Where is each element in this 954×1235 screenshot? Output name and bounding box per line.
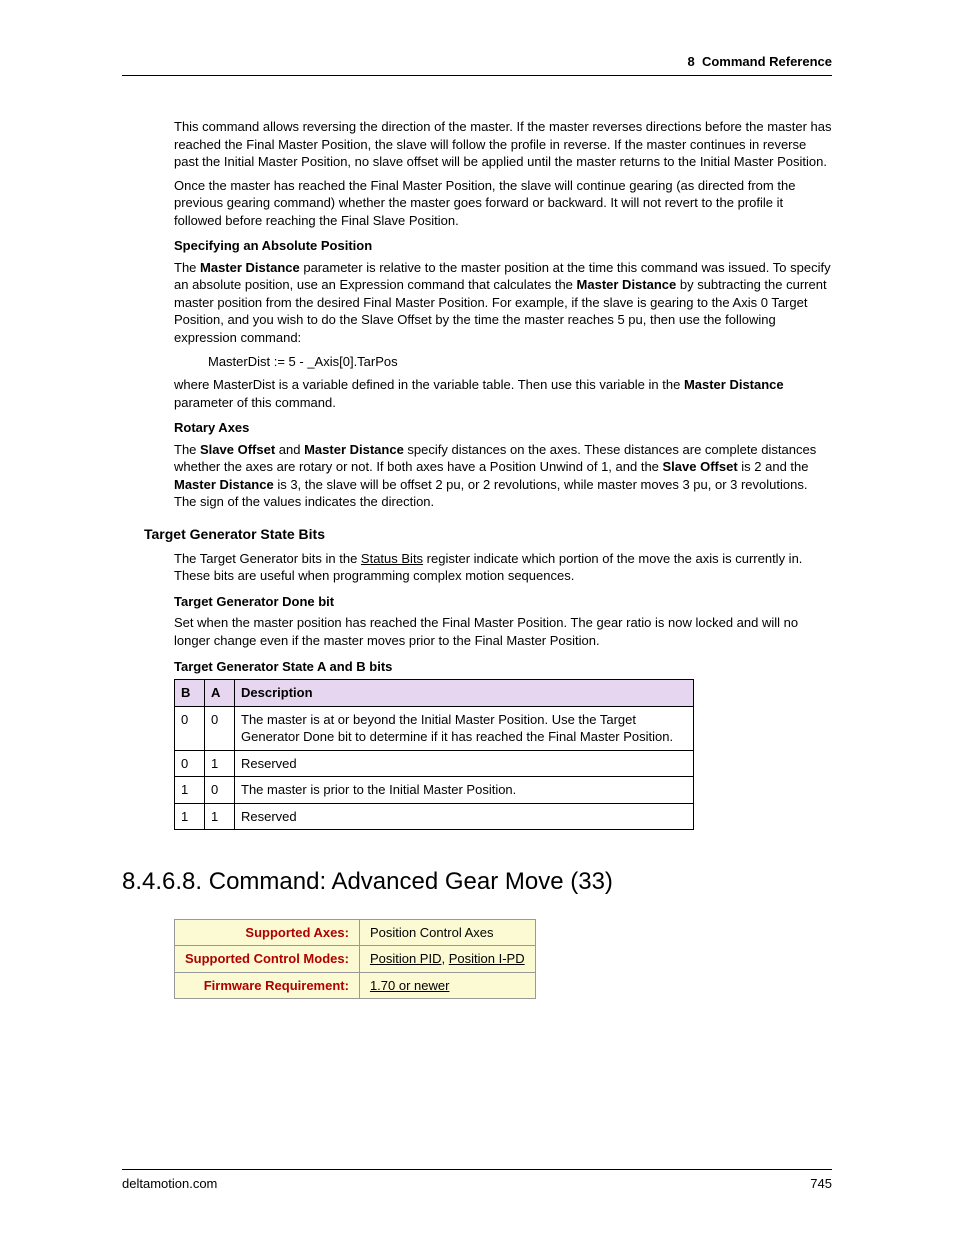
footer-page-number: 745 — [810, 1176, 832, 1191]
cell-b: 1 — [175, 777, 205, 804]
table-row: 1 0 The master is prior to the Initial M… — [175, 777, 694, 804]
subheading-state-ab: Target Generator State A and B bits — [174, 658, 832, 676]
state-bits-table: B A Description 0 0 The master is at or … — [174, 679, 694, 830]
cell-a: 1 — [205, 803, 235, 830]
chapter-title: Command Reference — [702, 54, 832, 69]
term: Master Distance — [577, 277, 677, 292]
footer-site: deltamotion.com — [122, 1176, 217, 1191]
info-label: Firmware Requirement: — [175, 972, 360, 999]
subheading-rotary: Rotary Axes — [174, 419, 832, 437]
cell-a: 0 — [205, 777, 235, 804]
col-header-desc: Description — [235, 680, 694, 707]
info-label: Supported Axes: — [175, 919, 360, 946]
paragraph: The Target Generator bits in the Status … — [174, 550, 832, 585]
term: Master Distance — [200, 260, 300, 275]
subheading-absolute: Specifying an Absolute Position — [174, 237, 832, 255]
cell-b: 1 — [175, 803, 205, 830]
text: The Target Generator bits in the — [174, 551, 361, 566]
cell-desc: Reserved — [235, 750, 694, 777]
separator: , — [441, 951, 448, 966]
text: The — [174, 442, 200, 457]
term: Master Distance — [304, 442, 404, 457]
text: The — [174, 260, 200, 275]
table-row: Supported Control Modes: Position PID, P… — [175, 946, 536, 973]
col-header-b: B — [175, 680, 205, 707]
link-position-ipd[interactable]: Position I-PD — [449, 951, 525, 966]
cell-a: 1 — [205, 750, 235, 777]
table-row: Supported Axes: Position Control Axes — [175, 919, 536, 946]
table-row: 0 0 The master is at or beyond the Initi… — [175, 706, 694, 750]
text: is 2 and the — [738, 459, 809, 474]
term: Master Distance — [174, 477, 274, 492]
paragraph: The Master Distance parameter is relativ… — [174, 259, 832, 347]
command-info-table: Supported Axes: Position Control Axes Su… — [174, 919, 536, 1000]
info-value: Position PID, Position I-PD — [359, 946, 535, 973]
info-value: 1.70 or newer — [359, 972, 535, 999]
table-row: 1 1 Reserved — [175, 803, 694, 830]
table-row: Firmware Requirement: 1.70 or newer — [175, 972, 536, 999]
page: 8 Command Reference This command allows … — [0, 0, 954, 1235]
cell-b: 0 — [175, 706, 205, 750]
table-header-row: B A Description — [175, 680, 694, 707]
text: and — [275, 442, 304, 457]
link-position-pid[interactable]: Position PID — [370, 951, 442, 966]
text: where MasterDist is a variable defined i… — [174, 377, 684, 392]
link-status-bits[interactable]: Status Bits — [361, 551, 423, 566]
term: Slave Offset — [200, 442, 275, 457]
paragraph: Set when the master position has reached… — [174, 614, 832, 649]
paragraph: where MasterDist is a variable defined i… — [174, 376, 832, 411]
running-header: 8 Command Reference — [122, 54, 832, 76]
col-header-a: A — [205, 680, 235, 707]
subheading-done-bit: Target Generator Done bit — [174, 593, 832, 611]
cell-desc: Reserved — [235, 803, 694, 830]
paragraph: The Slave Offset and Master Distance spe… — [174, 441, 832, 511]
code-line: MasterDist := 5 - _Axis[0].TarPos — [174, 353, 832, 371]
content-area: This command allows reversing the direct… — [122, 118, 832, 999]
page-footer: deltamotion.com 745 — [122, 1169, 832, 1191]
section-heading-command: 8.4.6.8. Command: Advanced Gear Move (33… — [122, 866, 832, 898]
info-label: Supported Control Modes: — [175, 946, 360, 973]
term: Slave Offset — [663, 459, 738, 474]
text: parameter of this command. — [174, 395, 336, 410]
link-firmware[interactable]: 1.70 or newer — [370, 978, 450, 993]
table-row: 0 1 Reserved — [175, 750, 694, 777]
paragraph: Once the master has reached the Final Ma… — [174, 177, 832, 230]
cell-a: 0 — [205, 706, 235, 750]
term: Master Distance — [684, 377, 784, 392]
info-value: Position Control Axes — [359, 919, 535, 946]
cell-desc: The master is at or beyond the Initial M… — [235, 706, 694, 750]
heading-target-generator: Target Generator State Bits — [144, 525, 832, 544]
paragraph: This command allows reversing the direct… — [174, 118, 832, 171]
cell-desc: The master is prior to the Initial Maste… — [235, 777, 694, 804]
cell-b: 0 — [175, 750, 205, 777]
chapter-number: 8 — [687, 54, 694, 69]
